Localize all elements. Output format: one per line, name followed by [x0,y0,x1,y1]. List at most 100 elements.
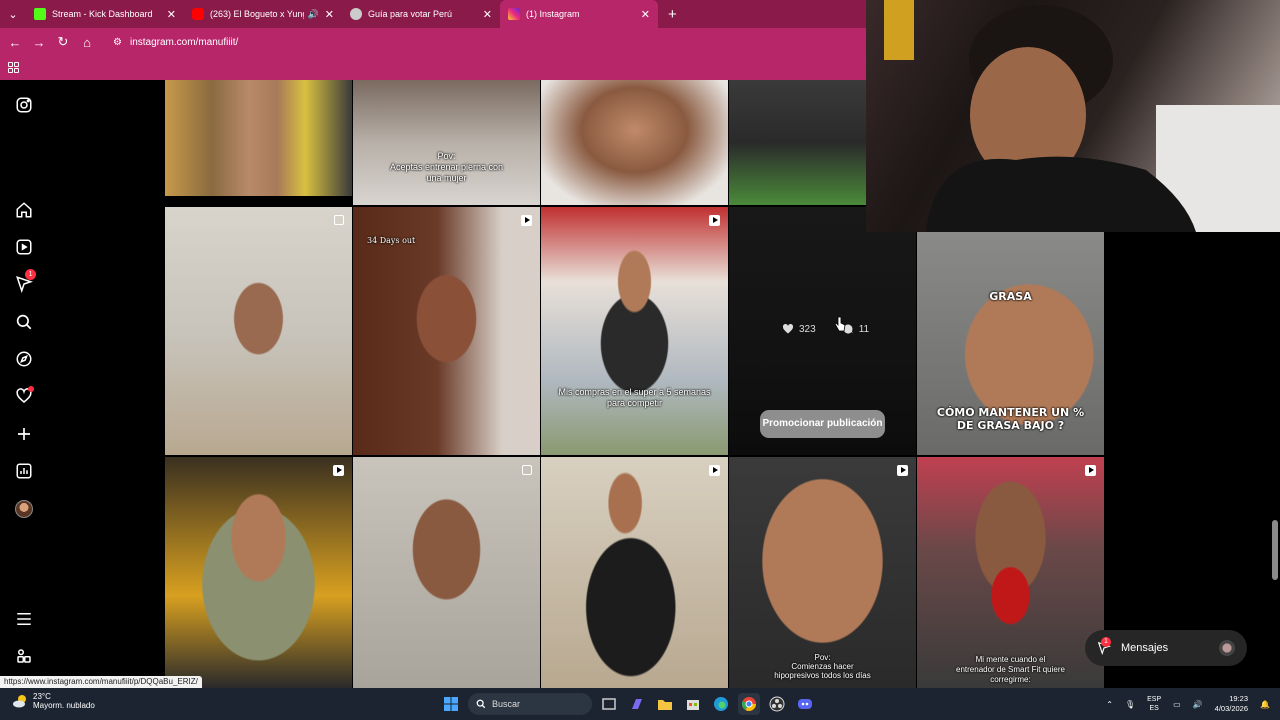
network-icon[interactable]: ▭ [1173,700,1181,709]
dashboard-icon[interactable] [15,462,33,480]
forward-icon[interactable]: → [27,35,51,50]
address-bar-row: ← → ↻ ⌂ ⚙ instagram.com/manufiiit/ [0,28,866,56]
youtube-favicon-icon [192,8,204,20]
browser-tab-bar: ⌄ Stream - Kick Dashboard ✕ (263) El Bog… [0,0,866,28]
speaker-icon[interactable]: 🔊 [308,9,319,20]
copilot-icon[interactable] [626,693,648,715]
grid-post[interactable] [165,457,352,688]
instagram-favicon-icon [508,8,520,20]
reel-icon [709,465,720,476]
instagram-logo-icon[interactable] [15,96,33,114]
avatar [1219,640,1235,656]
reel-icon [1085,465,1096,476]
globe-favicon-icon [350,8,362,20]
grid-post[interactable] [729,80,866,205]
site-info-icon[interactable]: ⚙ [113,37,122,48]
store-icon[interactable] [682,693,704,715]
reel-icon [709,215,720,226]
messages-drawer-button[interactable]: 1 Mensajes [1085,630,1247,666]
messages-badge: 1 [25,269,36,280]
reels-icon[interactable] [15,238,33,256]
volume-icon[interactable]: 🔊 [1193,700,1203,709]
reload-icon[interactable]: ↻ [51,34,75,50]
carousel-icon [334,215,344,225]
search-icon[interactable] [15,313,33,331]
discord-icon[interactable] [794,693,816,715]
post-hover-stats: 323 11 [782,323,869,335]
notifications-icon[interactable] [15,386,34,405]
promote-post-button[interactable]: Promocionar publicación [760,410,885,438]
grid-post[interactable] [353,457,540,688]
obs-icon[interactable] [766,693,788,715]
kick-favicon-icon [34,8,46,20]
hand-cursor-icon [834,316,846,332]
messages-icon[interactable]: 1 [15,269,36,294]
reel-icon [521,215,532,226]
messages-label: Mensajes [1121,642,1169,654]
carousel-icon [522,465,532,475]
notification-dot [28,386,34,392]
close-tab-icon[interactable]: ✕ [483,8,492,21]
tab-youtube[interactable]: (263) El Bogueto x Yung Bee 🔊 ✕ [184,0,342,28]
system-tray: ⌃ 🎙 ESP ES ▭ 🔊 19:23 4/03/2026 🔔 [1106,694,1270,714]
explore-icon[interactable] [15,350,33,368]
notification-center-icon[interactable]: 🔔 [1260,700,1270,709]
chrome-icon[interactable] [738,693,760,715]
tray-chevron-icon[interactable]: ⌃ [1106,700,1113,709]
grid-post[interactable]: 34 Days out [353,207,540,455]
reel-icon [333,465,344,476]
search-placeholder: Buscar [492,699,521,709]
edge-icon[interactable] [710,693,732,715]
tab-kick[interactable]: Stream - Kick Dashboard ✕ [26,0,184,28]
grid-post[interactable]: Pov: Comienzas hacer hipopresivos todos … [729,457,916,688]
link-status-bar: https://www.instagram.com/manufiiit/p/DQ… [0,676,202,688]
tab-search-chevron-icon[interactable]: ⌄ [0,0,26,28]
windows-start-icon[interactable] [440,693,462,715]
microphone-icon[interactable]: 🎙 [1125,700,1135,709]
tab-label: Guía para votar Perú [368,9,453,19]
grid-post[interactable] [541,457,728,688]
weather-widget[interactable]: 23°C Mayorm. nublado [12,692,95,710]
post-caption: CÓMO MANTENER UN % DE GRASA BAJO ? [936,406,1085,432]
page-scrollbar[interactable] [1270,232,1280,676]
instagram-sidebar: 1 [0,80,48,676]
close-tab-icon[interactable]: ✕ [167,8,176,21]
tab-instagram[interactable]: (1) Instagram ✕ [500,0,658,28]
grid-post[interactable]: Pov: Aceptas entrenar pierna con una muj… [353,80,540,205]
grid-post[interactable]: Mi mente cuando el entrenador de Smart F… [917,457,1104,688]
file-explorer-icon[interactable] [654,693,676,715]
apps-grid-icon[interactable] [8,62,19,73]
post-caption: Mis compras en el super a 5 semanas para… [558,387,711,408]
messages-badge: 1 [1101,637,1111,647]
profile-icon[interactable] [15,500,33,518]
post-caption: GRASA [989,290,1032,303]
url-text: instagram.com/manufiiit/ [129,36,239,48]
grid-post[interactable]: Mis compras en el super a 5 semanas para… [541,207,728,455]
task-view-icon[interactable] [598,693,620,715]
language-indicator[interactable]: ESP ES [1147,695,1161,713]
weather-temp: 23°C [33,692,51,701]
grid-post[interactable]: GRASA CÓMO MANTENER UN % DE GRASA BAJO ? [917,232,1104,455]
likes-value: 323 [799,323,816,335]
home-icon[interactable] [15,201,33,219]
post-caption: Pov: Comienzas hacer hipopresivos todos … [774,653,871,680]
grid-post[interactable] [165,80,352,196]
home-button-icon[interactable]: ⌂ [75,35,99,50]
close-tab-icon[interactable]: ✕ [641,8,650,21]
grid-post[interactable] [541,80,728,205]
new-tab-icon[interactable]: + [668,6,677,23]
back-icon[interactable]: ← [3,35,27,50]
clock[interactable]: 19:23 4/03/2026 [1215,694,1248,714]
meta-apps-icon[interactable] [15,647,33,665]
post-caption: Pov: Aceptas entrenar pierna con una muj… [389,151,504,183]
more-menu-icon[interactable] [15,610,33,628]
taskbar-search[interactable]: Buscar [468,693,592,715]
tab-guia-votar[interactable]: Guía para votar Perú ✕ [342,0,500,28]
tab-label: Stream - Kick Dashboard [52,9,153,19]
likes-count: 323 [782,323,816,335]
bookmarks-bar [0,56,866,80]
url-field[interactable]: ⚙ instagram.com/manufiiit/ [113,37,238,48]
close-tab-icon[interactable]: ✕ [325,8,334,21]
create-icon[interactable] [15,425,33,443]
grid-post[interactable] [165,207,352,455]
